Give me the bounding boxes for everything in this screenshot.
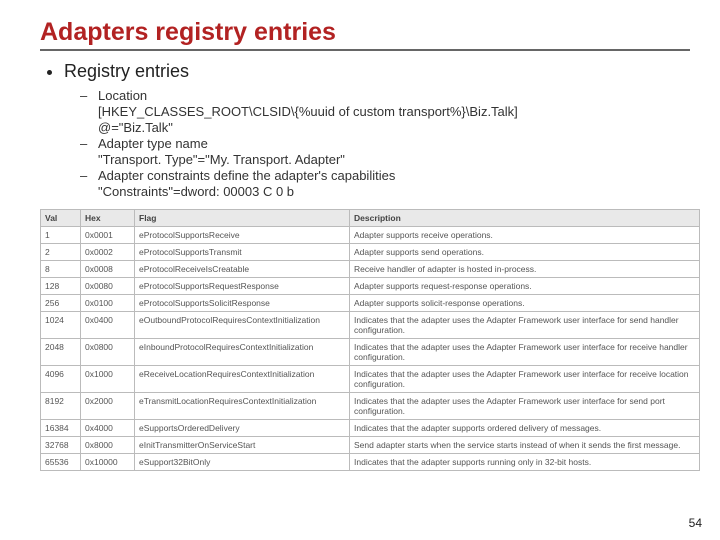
- table-row: 163840x4000eSupportsOrderedDeliveryIndic…: [41, 420, 700, 437]
- page-number: 54: [689, 516, 702, 530]
- cell-description: Indicates that the adapter uses the Adap…: [350, 366, 700, 393]
- cell-val: 4096: [41, 366, 81, 393]
- cell-val: 1: [41, 227, 81, 244]
- cell-flag: eProtocolSupportsSolicitResponse: [135, 295, 350, 312]
- flags-table: Val Hex Flag Description 10x0001eProtoco…: [40, 209, 700, 471]
- col-header-desc: Description: [350, 210, 700, 227]
- cell-val: 32768: [41, 437, 81, 454]
- cell-description: Indicates that the adapter uses the Adap…: [350, 312, 700, 339]
- cell-hex: 0x0400: [81, 312, 135, 339]
- cell-hex: 0x8000: [81, 437, 135, 454]
- cell-flag: eProtocolReceiveIsCreatable: [135, 261, 350, 278]
- cell-val: 256: [41, 295, 81, 312]
- cell-hex: 0x10000: [81, 454, 135, 471]
- table-row: 40960x1000eReceiveLocationRequiresContex…: [41, 366, 700, 393]
- sub-bullet: Adapter type name: [90, 136, 690, 151]
- cell-val: 2048: [41, 339, 81, 366]
- cell-description: Send adapter starts when the service sta…: [350, 437, 700, 454]
- bullet-list: Registry entries Location[HKEY_CLASSES_R…: [40, 61, 690, 199]
- col-header-hex: Hex: [81, 210, 135, 227]
- table-row: 1280x0080eProtocolSupportsRequestRespons…: [41, 278, 700, 295]
- cell-description: Adapter supports request-response operat…: [350, 278, 700, 295]
- cell-val: 8192: [41, 393, 81, 420]
- table-row: 2560x0100eProtocolSupportsSolicitRespons…: [41, 295, 700, 312]
- table-row: 327680x8000eInitTransmitterOnServiceStar…: [41, 437, 700, 454]
- bullet-top-text: Registry entries: [64, 61, 189, 81]
- cell-flag: eInitTransmitterOnServiceStart: [135, 437, 350, 454]
- cell-hex: 0x0080: [81, 278, 135, 295]
- cell-flag: eProtocolSupportsTransmit: [135, 244, 350, 261]
- sub-bullet: "Constraints"=dword: 00003 C 0 b: [90, 184, 690, 199]
- cell-val: 1024: [41, 312, 81, 339]
- cell-flag: eTransmitLocationRequiresContextInitiali…: [135, 393, 350, 420]
- cell-description: Indicates that the adapter supports runn…: [350, 454, 700, 471]
- cell-flag: eSupportsOrderedDelivery: [135, 420, 350, 437]
- cell-flag: eProtocolSupportsReceive: [135, 227, 350, 244]
- cell-hex: 0x0800: [81, 339, 135, 366]
- cell-val: 128: [41, 278, 81, 295]
- cell-hex: 0x4000: [81, 420, 135, 437]
- table-row: 20480x0800eInboundProtocolRequiresContex…: [41, 339, 700, 366]
- sub-bullet: "Transport. Type"="My. Transport. Adapte…: [90, 152, 690, 167]
- table-row: 655360x10000eSupport32BitOnlyIndicates t…: [41, 454, 700, 471]
- cell-hex: 0x2000: [81, 393, 135, 420]
- sub-bullet: [HKEY_CLASSES_ROOT\CLSID\{%uuid of custo…: [90, 104, 690, 119]
- col-header-val: Val: [41, 210, 81, 227]
- cell-hex: 0x0008: [81, 261, 135, 278]
- cell-description: Adapter supports solicit-response operat…: [350, 295, 700, 312]
- cell-hex: 0x0001: [81, 227, 135, 244]
- cell-hex: 0x1000: [81, 366, 135, 393]
- table-row: 10240x0400eOutboundProtocolRequiresConte…: [41, 312, 700, 339]
- cell-description: Adapter supports send operations.: [350, 244, 700, 261]
- sub-bullet: @="Biz.Talk": [90, 120, 690, 135]
- sub-bullet: Adapter constraints define the adapter's…: [90, 168, 690, 183]
- cell-flag: eOutboundProtocolRequiresContextInitiali…: [135, 312, 350, 339]
- cell-val: 65536: [41, 454, 81, 471]
- cell-description: Indicates that the adapter uses the Adap…: [350, 393, 700, 420]
- table-row: 10x0001eProtocolSupportsReceiveAdapter s…: [41, 227, 700, 244]
- cell-val: 2: [41, 244, 81, 261]
- slide-container: Adapters registry entries Registry entri…: [0, 0, 720, 540]
- cell-flag: eSupport32BitOnly: [135, 454, 350, 471]
- page-title: Adapters registry entries: [40, 18, 690, 51]
- cell-val: 8: [41, 261, 81, 278]
- cell-flag: eProtocolSupportsRequestResponse: [135, 278, 350, 295]
- cell-hex: 0x0100: [81, 295, 135, 312]
- cell-flag: eInboundProtocolRequiresContextInitializ…: [135, 339, 350, 366]
- cell-flag: eReceiveLocationRequiresContextInitializ…: [135, 366, 350, 393]
- cell-hex: 0x0002: [81, 244, 135, 261]
- col-header-flag: Flag: [135, 210, 350, 227]
- table-row: 81920x2000eTransmitLocationRequiresConte…: [41, 393, 700, 420]
- sub-bullet-list: Location[HKEY_CLASSES_ROOT\CLSID\{%uuid …: [64, 88, 690, 199]
- sub-bullet: Location: [90, 88, 690, 103]
- bullet-top: Registry entries Location[HKEY_CLASSES_R…: [64, 61, 690, 199]
- cell-description: Indicates that the adapter supports orde…: [350, 420, 700, 437]
- cell-description: Receive handler of adapter is hosted in-…: [350, 261, 700, 278]
- cell-description: Indicates that the adapter uses the Adap…: [350, 339, 700, 366]
- table-row: 80x0008eProtocolReceiveIsCreatableReceiv…: [41, 261, 700, 278]
- table-row: 20x0002eProtocolSupportsTransmitAdapter …: [41, 244, 700, 261]
- cell-val: 16384: [41, 420, 81, 437]
- flags-table-wrap: Val Hex Flag Description 10x0001eProtoco…: [40, 209, 690, 471]
- cell-description: Adapter supports receive operations.: [350, 227, 700, 244]
- table-header-row: Val Hex Flag Description: [41, 210, 700, 227]
